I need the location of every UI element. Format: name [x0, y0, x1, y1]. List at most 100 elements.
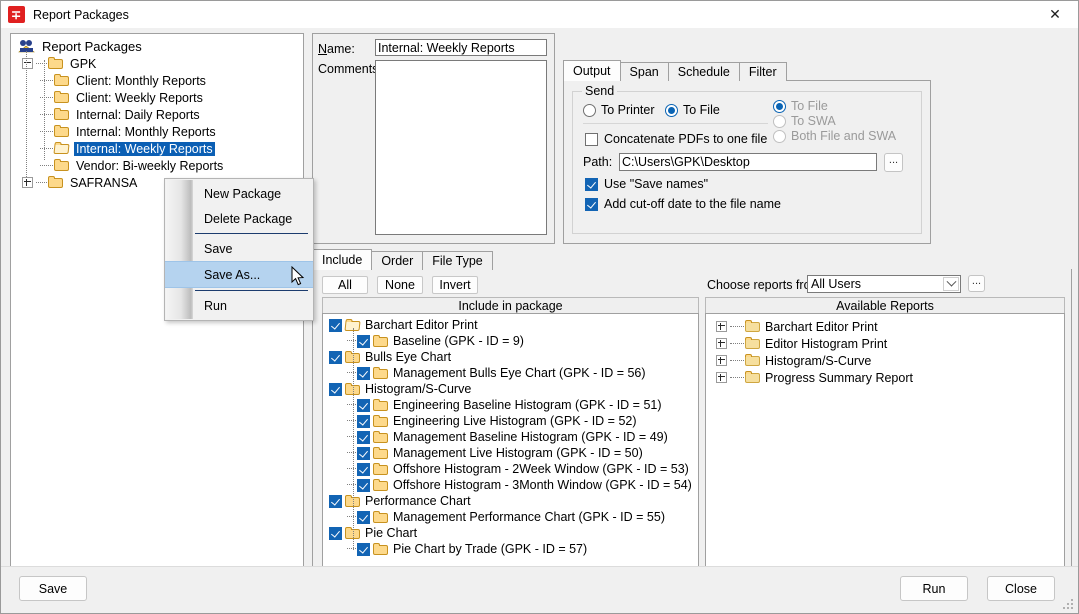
- use-save-names-checkbox[interactable]: Use "Save names": [585, 177, 708, 191]
- collapse-minus-icon[interactable]: [22, 58, 33, 69]
- tree-connector: [730, 376, 744, 379]
- radio-to-file-icon[interactable]: [665, 103, 678, 117]
- include-list-item[interactable]: Offshore Histogram - 2Week Window (GPK -…: [323, 461, 698, 477]
- include-list-item[interactable]: Performance Chart: [323, 493, 698, 509]
- include-item-checkbox[interactable]: [357, 366, 370, 380]
- output-tab-strip[interactable]: Output Span Schedule Filter: [563, 60, 787, 81]
- choose-reports-from-select[interactable]: All Users: [807, 275, 961, 293]
- available-reports-list[interactable]: Barchart Editor Print Editor Histogram Pr…: [705, 313, 1065, 585]
- include-item-checkbox[interactable]: [357, 334, 370, 348]
- include-list-item[interactable]: Bulls Eye Chart: [323, 349, 698, 365]
- folder-closed-icon: [373, 462, 389, 476]
- tree-item[interactable]: Internal: Monthly Reports: [11, 123, 303, 140]
- include-tab-strip[interactable]: Include Order File Type: [312, 249, 493, 270]
- package-context-menu[interactable]: New Package Delete Package Save Save As... R…: [164, 178, 314, 321]
- checkbox-use-save-names-icon[interactable]: [585, 177, 598, 191]
- name-input[interactable]: [375, 39, 547, 56]
- close-button[interactable]: Close: [987, 576, 1055, 601]
- include-item-label: Engineering Baseline Histogram (GPK - ID…: [393, 398, 662, 412]
- include-item-checkbox[interactable]: [357, 430, 370, 444]
- include-item-checkbox[interactable]: [329, 382, 342, 396]
- run-button[interactable]: Run: [900, 576, 968, 601]
- send-to-printer-option[interactable]: To Printer: [583, 103, 655, 117]
- tab-file-type[interactable]: File Type: [422, 251, 493, 270]
- include-item-checkbox[interactable]: [357, 510, 370, 524]
- include-list-item[interactable]: Engineering Live Histogram (GPK - ID = 5…: [323, 413, 698, 429]
- available-list-item[interactable]: Barchart Editor Print: [706, 318, 1064, 335]
- include-list-item[interactable]: Baseline (GPK - ID = 9): [323, 333, 698, 349]
- include-item-checkbox[interactable]: [357, 542, 370, 556]
- checkbox-concatenate-icon[interactable]: [585, 132, 598, 146]
- report-packages-tree[interactable]: Report Packages GPK Client: Monthly Repor…: [11, 34, 303, 191]
- send-to-file-option[interactable]: To File: [665, 103, 720, 117]
- comments-input[interactable]: [375, 60, 547, 235]
- include-list-item[interactable]: Pie Chart: [323, 525, 698, 541]
- include-list-item[interactable]: Pie Chart by Trade (GPK - ID = 57): [323, 541, 698, 557]
- include-list-item[interactable]: Barchart Editor Print: [323, 317, 698, 333]
- context-menu-item[interactable]: Delete Package: [165, 206, 313, 231]
- include-list-item[interactable]: Management Live Histogram (GPK - ID = 50…: [323, 445, 698, 461]
- include-item-checkbox[interactable]: [329, 526, 342, 540]
- chevron-down-icon[interactable]: [943, 276, 959, 291]
- tree-item[interactable]: Client: Monthly Reports: [11, 72, 303, 89]
- tab-output[interactable]: Output: [563, 60, 621, 81]
- include-item-checkbox[interactable]: [329, 350, 342, 364]
- choose-reports-browse-button[interactable]: ...: [968, 275, 985, 292]
- available-list-item[interactable]: Progress Summary Report: [706, 369, 1064, 386]
- include-item-checkbox[interactable]: [357, 478, 370, 492]
- select-none-button[interactable]: None: [377, 276, 423, 294]
- available-list-item[interactable]: Editor Histogram Print: [706, 335, 1064, 352]
- tab-span[interactable]: Span: [619, 62, 669, 81]
- include-item-checkbox[interactable]: [357, 446, 370, 460]
- context-menu-item-label: Run: [204, 298, 227, 313]
- include-list-item[interactable]: Management Performance Chart (GPK - ID =…: [323, 509, 698, 525]
- available-list-item[interactable]: Histogram/S-Curve: [706, 352, 1064, 369]
- tab-schedule[interactable]: Schedule: [667, 62, 740, 81]
- tree-root-node[interactable]: Report Packages: [11, 38, 303, 55]
- include-list-item[interactable]: Histogram/S-Curve: [323, 381, 698, 397]
- tab-include[interactable]: Include: [312, 249, 373, 270]
- add-cutoff-date-checkbox[interactable]: Add cut-off date to the file name: [585, 197, 781, 211]
- tree-item[interactable]: Vendor: Bi-weekly Reports: [11, 157, 303, 174]
- radio-to-printer-icon[interactable]: [583, 103, 596, 117]
- context-menu-item-label: Delete Package: [204, 211, 293, 226]
- include-list-item[interactable]: Management Baseline Histogram (GPK - ID …: [323, 429, 698, 445]
- save-button[interactable]: Save: [19, 576, 87, 601]
- folder-closed-icon: [54, 74, 70, 87]
- expand-plus-icon[interactable]: [716, 372, 727, 383]
- tab-filter[interactable]: Filter: [738, 62, 787, 81]
- include-list-item[interactable]: Offshore Histogram - 3Month Window (GPK …: [323, 477, 698, 493]
- tree-item[interactable]: Internal: Weekly Reports: [11, 140, 303, 157]
- include-item-checkbox[interactable]: [329, 494, 342, 508]
- include-list-item[interactable]: Management Bulls Eye Chart (GPK - ID = 5…: [323, 365, 698, 381]
- context-menu-item[interactable]: Run: [165, 293, 313, 318]
- include-item-checkbox[interactable]: [357, 398, 370, 412]
- select-invert-button[interactable]: Invert: [432, 276, 478, 294]
- mouse-cursor: [291, 265, 305, 286]
- add-cutoff-date-label: Add cut-off date to the file name: [604, 197, 781, 211]
- include-in-package-list[interactable]: Barchart Editor Print Baseline (GPK - ID …: [322, 313, 699, 585]
- checkbox-add-cutoff-icon[interactable]: [585, 197, 598, 211]
- include-item-label: Management Performance Chart (GPK - ID =…: [393, 510, 665, 524]
- concatenate-pdfs-checkbox[interactable]: Concatenate PDFs to one file: [585, 132, 767, 146]
- expand-plus-icon[interactable]: [22, 177, 33, 188]
- path-input[interactable]: [619, 153, 877, 171]
- include-list-item[interactable]: Engineering Baseline Histogram (GPK - ID…: [323, 397, 698, 413]
- tab-order[interactable]: Order: [371, 251, 424, 270]
- path-browse-button[interactable]: ...: [884, 153, 903, 172]
- tree-item[interactable]: Internal: Daily Reports: [11, 106, 303, 123]
- expand-plus-icon[interactable]: [716, 338, 727, 349]
- resize-grip-icon[interactable]: [1063, 599, 1075, 611]
- include-item-checkbox[interactable]: [357, 414, 370, 428]
- close-icon[interactable]: ✕: [1032, 1, 1078, 28]
- folder-closed-icon: [373, 542, 389, 556]
- include-item-checkbox[interactable]: [329, 318, 342, 332]
- tree-item[interactable]: GPK: [11, 55, 303, 72]
- tree-item[interactable]: Client: Weekly Reports: [11, 89, 303, 106]
- expand-plus-icon[interactable]: [716, 321, 727, 332]
- expand-plus-icon[interactable]: [716, 355, 727, 366]
- context-menu-item[interactable]: Save: [165, 236, 313, 261]
- context-menu-item[interactable]: New Package: [165, 181, 313, 206]
- include-item-checkbox[interactable]: [357, 462, 370, 476]
- select-all-button[interactable]: All: [322, 276, 368, 294]
